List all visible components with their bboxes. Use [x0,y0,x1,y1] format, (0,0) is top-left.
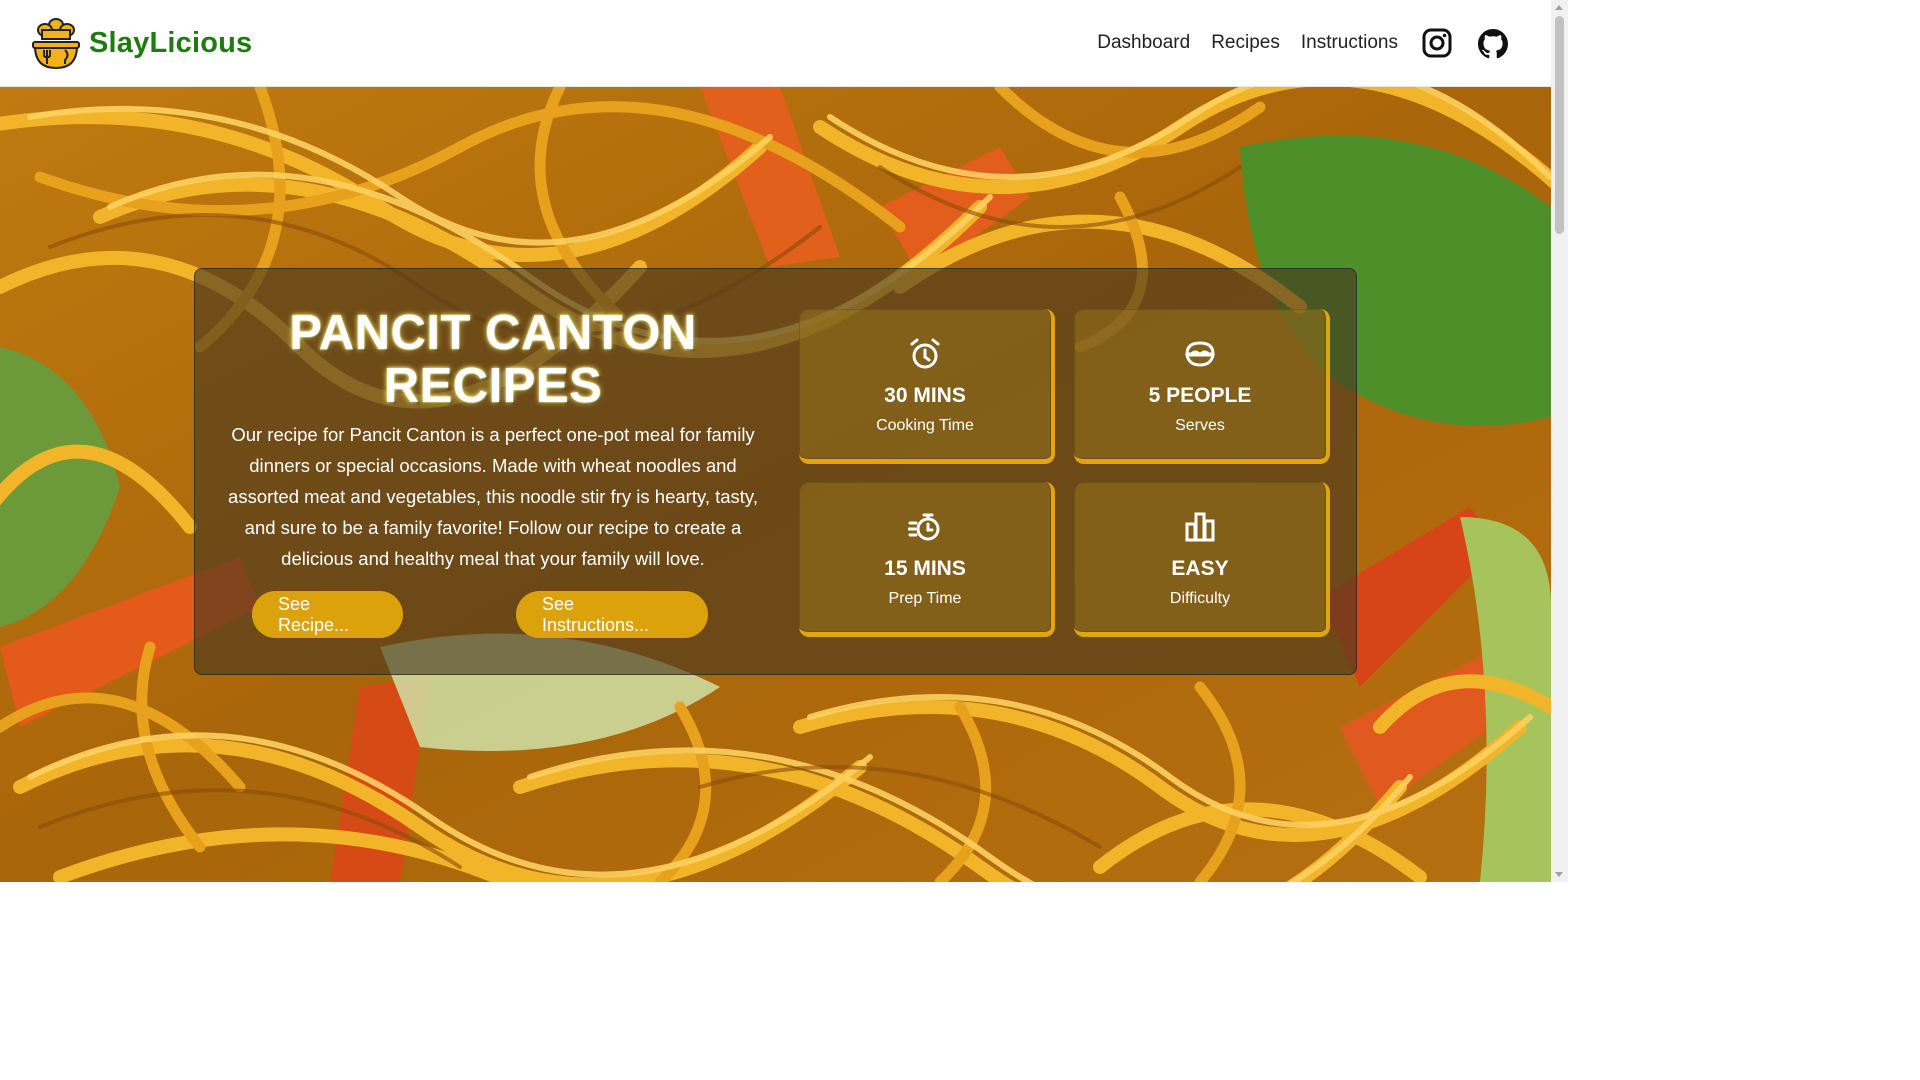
stat-cooking-time: 30 MINS Cooking Time [799,309,1055,464]
stat-prep-time: 15 MINS Prep Time [799,482,1055,637]
brand-name: SlayLicious [89,26,253,59]
see-instructions-button[interactable]: See Instructions... [516,591,708,638]
stat-value: 15 MINS [884,557,966,580]
stat-label: Prep Time [888,590,962,607]
nav-link-instructions[interactable]: Instructions [1301,32,1398,54]
page-title-line1: PANCIT CANTON [289,306,697,360]
serving-bowl-icon [1185,341,1215,367]
see-recipe-button[interactable]: See Recipe... [252,591,403,638]
stat-label: Cooking Time [876,417,974,434]
recipe-description: Our recipe for Pancit Canton is a perfec… [228,424,758,569]
github-icon[interactable] [1478,28,1508,59]
stat-value: EASY [1171,557,1229,580]
brand[interactable]: SlayLicious [31,16,252,70]
stopwatch-icon [908,513,940,541]
stat-serves: 5 PEOPLE Serves [1074,309,1330,464]
page-scrollbar[interactable] [1551,0,1568,882]
instagram-icon[interactable] [1422,28,1452,58]
nav-links: Dashboard Recipes Instructions [1076,28,1508,59]
page-title-line2: RECIPES [383,359,603,413]
stat-value: 5 PEOPLE [1148,384,1252,407]
scroll-thumb[interactable] [1555,16,1564,234]
nav-link-recipes[interactable]: Recipes [1211,32,1280,54]
chef-logo-icon [32,18,80,70]
stat-value: 30 MINS [884,384,966,407]
bar-chart-icon [1185,512,1215,542]
scroll-up-icon[interactable] [1555,5,1563,10]
recipe-hero-card: PANCIT CANTON RECIPES Our recipe for Pan… [194,268,1357,675]
alarm-clock-icon [910,338,940,369]
page-title: PANCIT CANTON RECIPES [195,307,791,413]
stat-label: Difficulty [1169,590,1231,607]
stat-label: Serves [1175,417,1225,434]
scroll-down-icon[interactable] [1555,872,1563,877]
stat-difficulty: EASY Difficulty [1074,482,1330,637]
nav-link-dashboard[interactable]: Dashboard [1097,32,1190,54]
navbar: SlayLicious Dashboard Recipes Instructio… [0,0,1551,87]
